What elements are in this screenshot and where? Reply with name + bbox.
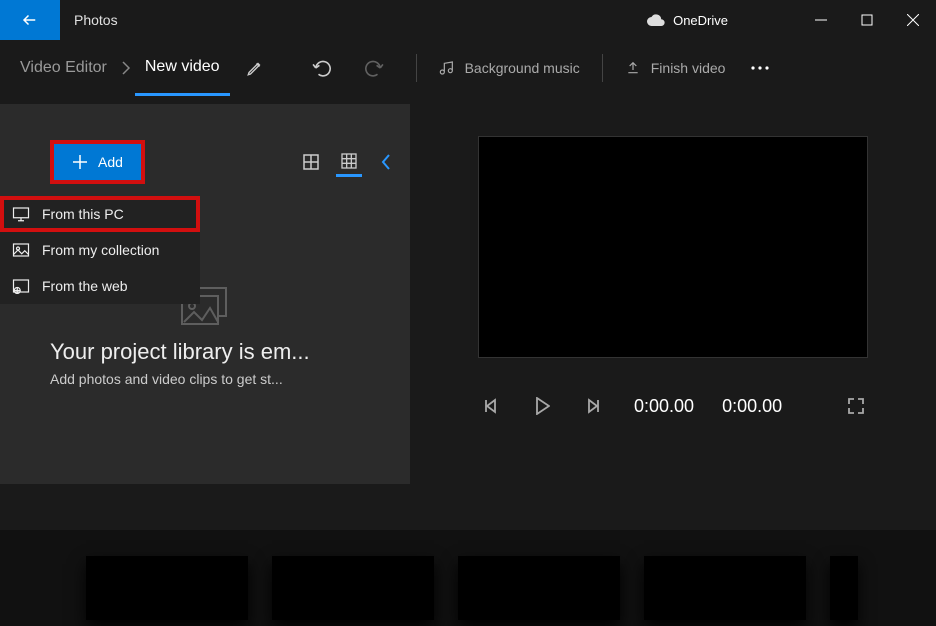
music-icon xyxy=(439,60,455,76)
library-header: Add xyxy=(0,128,410,196)
add-menu: From this PC From my collection From the… xyxy=(0,196,200,304)
fullscreen-icon xyxy=(847,397,865,415)
toolbar: Video Editor New video Background music … xyxy=(0,40,936,96)
step-back-icon xyxy=(482,398,498,414)
playback-time-total: 0:00.00 xyxy=(722,396,782,417)
storyboard-clip[interactable] xyxy=(272,556,434,620)
library-empty-subtitle: Add photos and video clips to get st... xyxy=(50,371,390,387)
rename-button[interactable] xyxy=(230,59,280,77)
redo-icon xyxy=(362,59,384,77)
add-button[interactable]: Add xyxy=(50,140,145,184)
play-button[interactable] xyxy=(530,394,554,418)
onedrive-label: OneDrive xyxy=(673,13,728,28)
breadcrumb-root[interactable]: Video Editor xyxy=(10,40,117,96)
onedrive-status[interactable]: OneDrive xyxy=(647,13,728,28)
add-menu-from-collection-label: From my collection xyxy=(42,242,159,258)
more-icon xyxy=(750,65,770,71)
add-menu-from-web[interactable]: From the web xyxy=(0,268,200,304)
back-arrow-icon xyxy=(21,11,39,29)
add-button-label: Add xyxy=(98,154,123,170)
pencil-icon xyxy=(246,59,264,77)
toolbar-divider xyxy=(602,54,603,82)
plus-icon xyxy=(72,154,88,170)
close-icon xyxy=(907,14,919,26)
step-forward-icon xyxy=(586,398,602,414)
finish-video-label: Finish video xyxy=(651,60,726,76)
app-title: Photos xyxy=(74,12,118,28)
grid-small-icon xyxy=(341,153,357,169)
breadcrumb-current[interactable]: New video xyxy=(135,40,230,96)
minimize-button[interactable] xyxy=(798,0,844,40)
more-button[interactable] xyxy=(739,65,781,71)
storyboard-clip[interactable] xyxy=(830,556,858,620)
pc-icon xyxy=(12,206,30,222)
add-menu-from-collection[interactable]: From my collection xyxy=(0,232,200,268)
view-small-button[interactable] xyxy=(336,147,362,177)
undo-button[interactable] xyxy=(298,59,348,77)
image-icon xyxy=(12,242,30,258)
maximize-icon xyxy=(861,14,873,26)
add-menu-from-web-label: From the web xyxy=(42,278,128,294)
collapse-library-button[interactable] xyxy=(374,153,392,171)
playback-controls: 0:00.00 0:00.00 xyxy=(478,394,868,418)
background-music-label: Background music xyxy=(465,60,580,76)
chevron-right-icon xyxy=(117,61,135,75)
add-menu-from-pc-label: From this PC xyxy=(42,206,124,222)
fullscreen-button[interactable] xyxy=(844,394,868,418)
background-music-button[interactable]: Background music xyxy=(425,40,594,96)
cloud-icon xyxy=(647,14,665,26)
export-icon xyxy=(625,60,641,76)
undo-icon xyxy=(312,59,334,77)
chevron-left-icon xyxy=(380,153,392,171)
storyboard-clip[interactable] xyxy=(458,556,620,620)
minimize-icon xyxy=(815,14,827,26)
next-frame-button[interactable] xyxy=(582,394,606,418)
prev-frame-button[interactable] xyxy=(478,394,502,418)
storyboard[interactable] xyxy=(0,530,936,626)
maximize-button[interactable] xyxy=(844,0,890,40)
finish-video-button[interactable]: Finish video xyxy=(611,40,740,96)
back-button[interactable] xyxy=(0,0,60,40)
web-image-icon xyxy=(12,278,30,294)
view-large-button[interactable] xyxy=(298,147,324,177)
library-empty-title: Your project library is em... xyxy=(50,339,390,365)
preview-area: 0:00.00 0:00.00 xyxy=(478,136,868,418)
video-preview[interactable] xyxy=(478,136,868,358)
redo-button[interactable] xyxy=(348,59,398,77)
grid-large-icon xyxy=(303,154,319,170)
titlebar: Photos OneDrive xyxy=(0,0,936,40)
close-button[interactable] xyxy=(890,0,936,40)
add-menu-from-pc[interactable]: From this PC xyxy=(0,196,200,232)
playback-time-current: 0:00.00 xyxy=(634,396,694,417)
content-area: Add xyxy=(0,96,936,516)
storyboard-clip[interactable] xyxy=(644,556,806,620)
storyboard-clip[interactable] xyxy=(86,556,248,620)
play-icon xyxy=(534,397,550,415)
toolbar-divider xyxy=(416,54,417,82)
